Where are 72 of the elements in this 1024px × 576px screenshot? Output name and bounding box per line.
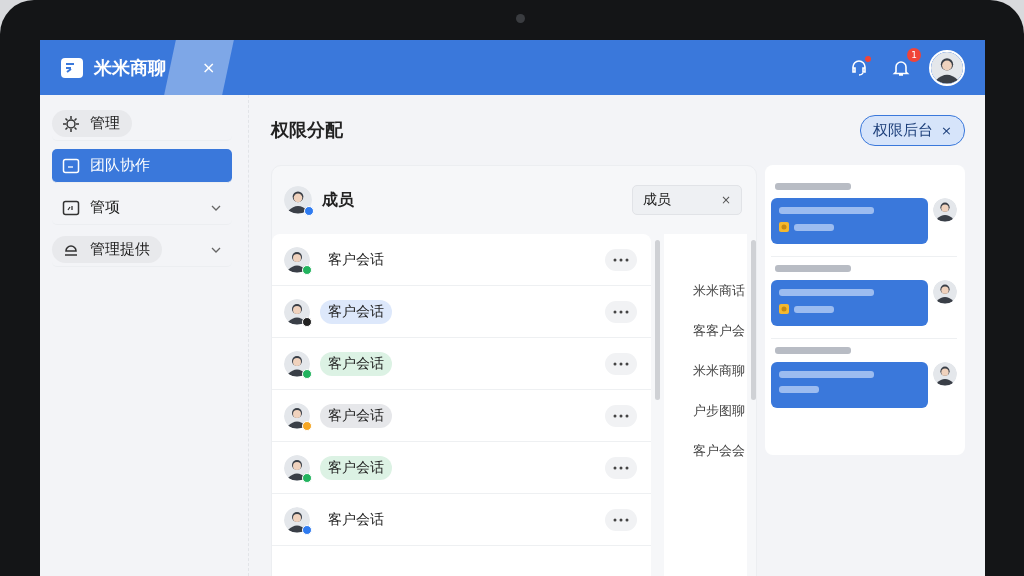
user-avatar[interactable] [929,49,965,86]
member-row[interactable]: 客户会话 [272,390,652,442]
filter-value: 成员 [643,191,672,209]
side-label: 米米商聊 [693,362,746,380]
ellipsis-icon [613,465,630,470]
sidebar-item[interactable]: 管理提供 [52,233,232,267]
headset-icon [849,57,869,78]
avatar [933,198,957,222]
sidebar-item[interactable]: 团队协作 [52,149,232,183]
window-icon [62,156,80,175]
chart-icon [62,198,80,217]
app-title: 米米商聊 [94,55,166,80]
session-tag: 客户会话 [320,455,392,480]
item-label: 团队协作 [90,156,150,175]
more-button[interactable] [605,508,638,531]
session-tag: 客户会话 [320,299,392,324]
avatar [284,298,310,325]
item-label: 管理 [90,114,120,133]
scrollbar[interactable] [655,240,661,400]
notification-badge: 1 [907,47,921,62]
item-label: 管项 [90,198,120,217]
message-bubble[interactable] [771,198,929,244]
side-label: 户步图聊 [693,402,746,420]
session-label: 客户会话 [327,249,385,269]
session-tag: 客户会话 [320,351,392,376]
session-label: 客户会话 [327,509,385,529]
member-row[interactable]: 客户会话 [272,286,652,338]
more-button[interactable] [605,352,638,375]
member-row[interactable]: 客户会话 [272,234,652,286]
ellipsis-icon [613,413,630,418]
session-tag: 客户会话 [320,403,392,428]
close-icon[interactable]: × [941,122,952,138]
ellipsis-icon [613,309,630,314]
member-row[interactable]: 客户会话 [272,494,652,546]
camera-dot [516,14,525,23]
ellipsis-icon [613,517,630,522]
admin-button[interactable]: 权限后台 × [860,114,965,146]
side-label: 客客户会 [693,322,746,340]
sidebar-item[interactable]: 管理 [52,107,232,141]
logo-icon [60,55,84,80]
avatar [284,402,310,429]
ellipsis-icon [613,257,630,262]
side-label: 米米商话 [693,282,746,300]
avatar [284,350,310,377]
filter-dropdown[interactable]: 成员 × [632,185,743,215]
message-bubble[interactable] [771,280,929,326]
avatar [284,506,310,533]
avatar [284,246,310,273]
more-button[interactable] [605,300,638,323]
blurred-text [779,386,820,393]
avatar [933,280,957,304]
message-bubble[interactable] [771,362,929,408]
member-row[interactable]: 客户会话 [272,442,652,494]
avatar [284,186,312,214]
scrollbar[interactable] [751,240,757,400]
button-label: 权限后台 [873,120,934,140]
more-button[interactable] [605,456,638,479]
clear-icon[interactable]: × [721,193,732,207]
sidebar-item[interactable]: 管项 [52,191,232,225]
avatar [284,454,310,481]
blurred-text [794,305,835,313]
member-row[interactable]: 客户会话 [272,338,652,390]
gear-icon [62,114,80,133]
avatar [933,362,957,386]
page-title: 权限分配 [271,118,343,142]
members-title: 成员 [322,189,354,211]
more-button[interactable] [605,248,638,271]
blurred-text [794,223,835,231]
side-label: 客户会会 [693,442,746,460]
item-label: 管理提供 [90,240,150,259]
ellipsis-icon [613,361,630,366]
more-button[interactable] [605,404,638,427]
